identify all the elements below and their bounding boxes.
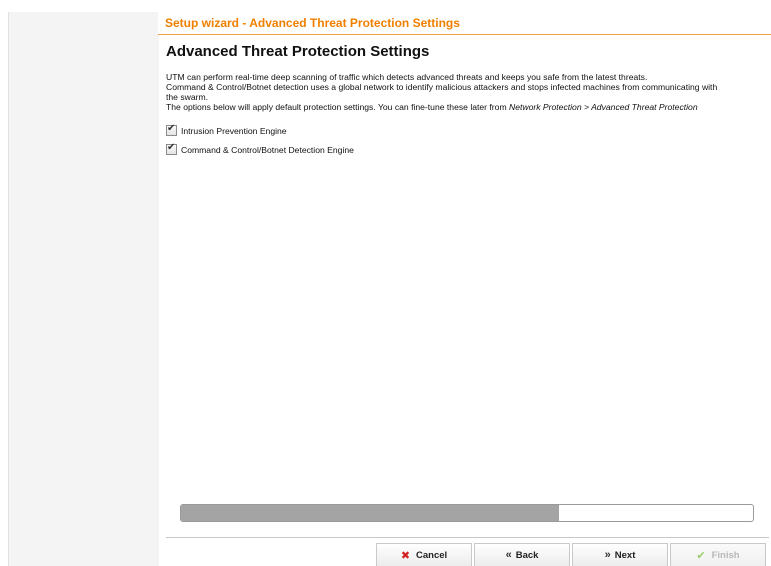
intrusion-prevention-checkbox[interactable]: ✔ [166, 123, 177, 136]
double-chevron-right-icon: » [604, 549, 611, 561]
check-mark-icon: ✔ [167, 142, 176, 153]
double-chevron-left-icon: « [505, 549, 512, 561]
option-botnet-detection[interactable]: ✔ Command & Control/Botnet Detection Eng… [166, 140, 766, 159]
back-button-label: Back [515, 549, 539, 561]
option-intrusion-prevention[interactable]: ✔ Intrusion Prevention Engine [166, 121, 766, 140]
cancel-button-label: Cancel [416, 549, 448, 561]
setup-wizard-page: Setup wizard - Advanced Threat Protectio… [0, 0, 771, 566]
wizard-progress-fill [181, 505, 559, 521]
description: UTM can perform real-time deep scanning … [166, 72, 766, 112]
description-line-3: the swarm. [166, 92, 209, 102]
footer-divider [166, 537, 769, 538]
botnet-detection-checkbox[interactable]: ✔ [166, 142, 177, 155]
x-icon: ✖ [400, 549, 411, 562]
page-title: Advanced Threat Protection Settings [166, 43, 430, 60]
settings-path: Network Protection > Advanced Threat Pro… [509, 102, 698, 112]
engine-options: ✔ Intrusion Prevention Engine ✔ Command … [166, 121, 766, 159]
check-icon: ✔ [696, 549, 706, 562]
left-sidebar-panel [8, 12, 159, 566]
finish-button[interactable]: ✔ Finish [670, 543, 766, 566]
check-mark-icon: ✔ [167, 123, 176, 134]
back-button[interactable]: « Back [474, 543, 570, 566]
description-line-4: The options below will apply default pro… [166, 102, 766, 112]
wizard-header-title: Setup wizard - Advanced Threat Protectio… [165, 16, 460, 30]
description-line-2: Command & Control/Botnet detection uses … [166, 82, 718, 92]
wizard-header: Setup wizard - Advanced Threat Protectio… [158, 12, 771, 35]
cancel-button[interactable]: ✖ Cancel [376, 543, 472, 566]
intrusion-prevention-label: Intrusion Prevention Engine [181, 125, 287, 136]
wizard-content: Advanced Threat Protection Settings UTM … [166, 43, 766, 159]
botnet-detection-label: Command & Control/Botnet Detection Engin… [181, 144, 354, 155]
next-button[interactable]: » Next [572, 543, 668, 566]
description-line-4-prefix: The options below will apply default pro… [166, 102, 509, 112]
finish-button-label: Finish [711, 549, 740, 561]
wizard-progress-bar [180, 504, 754, 522]
next-button-label: Next [614, 549, 636, 561]
description-line-1: UTM can perform real-time deep scanning … [166, 72, 648, 82]
